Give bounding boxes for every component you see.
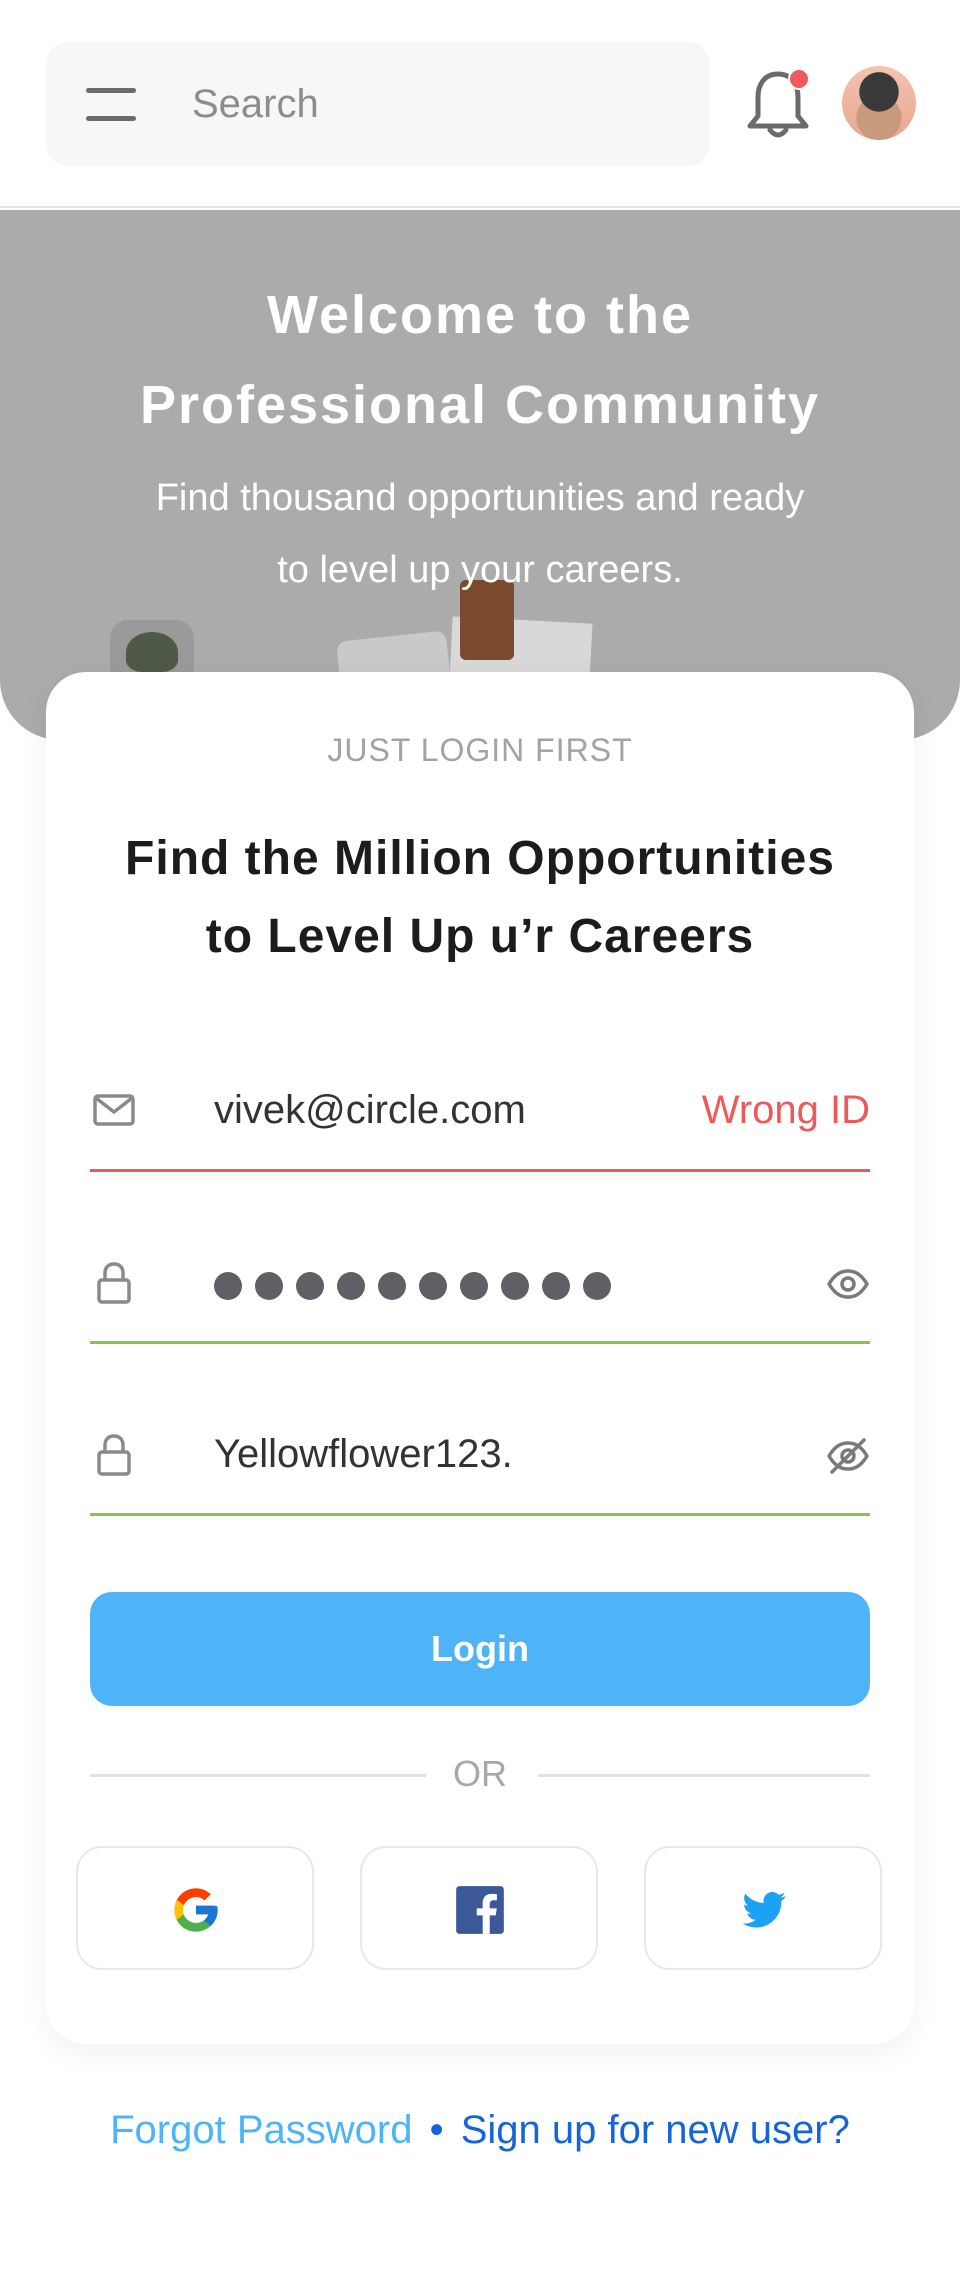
card-title-line: Find the Million Opportunities <box>125 832 835 885</box>
hero-banner: Welcome to the Professional Community Fi… <box>0 210 960 740</box>
search-input[interactable]: Search <box>192 80 319 128</box>
show-password-eye-icon[interactable] <box>826 1264 870 1304</box>
login-card: JUST LOGIN FIRST Find the Million Opport… <box>46 672 914 2044</box>
twitter-login-button[interactable] <box>644 1846 882 1970</box>
password-field[interactable] <box>90 1224 870 1344</box>
password-dot <box>460 1272 488 1300</box>
hero-title-line: Professional Community <box>139 375 821 435</box>
card-title-line: to Level Up u’r Careers <box>205 910 755 963</box>
card-title: Find the Million Opportunities to Level … <box>86 820 874 976</box>
hero-subtitle: Find thousand opportunities and ready to… <box>100 462 860 606</box>
top-bar: Search <box>0 0 960 208</box>
forgot-password-link[interactable]: Forgot Password <box>110 2108 412 2152</box>
password-dot <box>501 1272 529 1300</box>
user-avatar[interactable] <box>842 66 916 140</box>
facebook-login-button[interactable] <box>360 1846 598 1970</box>
lock-icon <box>97 1262 131 1304</box>
facebook-icon <box>456 1886 504 1934</box>
email-error-text: Wrong ID <box>701 1088 870 1132</box>
hero-title: Welcome to the Professional Community <box>0 270 960 450</box>
password-dot <box>419 1272 447 1300</box>
password-dot <box>542 1272 570 1300</box>
link-separator: • <box>429 2108 444 2152</box>
or-label: OR <box>453 1753 507 1794</box>
hero-subtitle-line: to level up your careers. <box>277 549 683 591</box>
login-button[interactable]: Login <box>90 1592 870 1706</box>
password-dot <box>378 1272 406 1300</box>
password-dot <box>255 1272 283 1300</box>
lock-icon <box>97 1434 131 1476</box>
or-divider: OR <box>90 1750 870 1798</box>
hero-title-line: Welcome to the <box>266 285 694 345</box>
confirm-password-value: Yellowflower123. <box>214 1432 513 1476</box>
email-field[interactable]: vivek@circle.com Wrong ID <box>90 1052 870 1172</box>
hamburger-menu-icon[interactable] <box>86 86 136 122</box>
password-dot <box>337 1272 365 1300</box>
mail-icon <box>93 1094 135 1126</box>
signup-link[interactable]: Sign up for new user? <box>461 2108 850 2152</box>
footer-links: Forgot Password • Sign up for new user? <box>0 2100 960 2160</box>
card-eyebrow: JUST LOGIN FIRST <box>327 732 633 768</box>
email-value: vivek@circle.com <box>214 1088 526 1132</box>
hide-password-eye-off-icon[interactable] <box>826 1436 870 1476</box>
confirm-password-field[interactable]: Yellowflower123. <box>90 1396 870 1516</box>
password-dot <box>583 1272 611 1300</box>
hero-subtitle-line: Find thousand opportunities and ready <box>155 477 805 519</box>
search-bar[interactable]: Search <box>46 42 710 166</box>
password-dot <box>296 1272 324 1300</box>
google-login-button[interactable] <box>76 1846 314 1970</box>
notification-badge <box>788 68 810 90</box>
google-icon <box>174 1888 218 1932</box>
password-masked-value <box>214 1272 611 1300</box>
twitter-icon <box>742 1892 786 1928</box>
password-dot <box>214 1272 242 1300</box>
